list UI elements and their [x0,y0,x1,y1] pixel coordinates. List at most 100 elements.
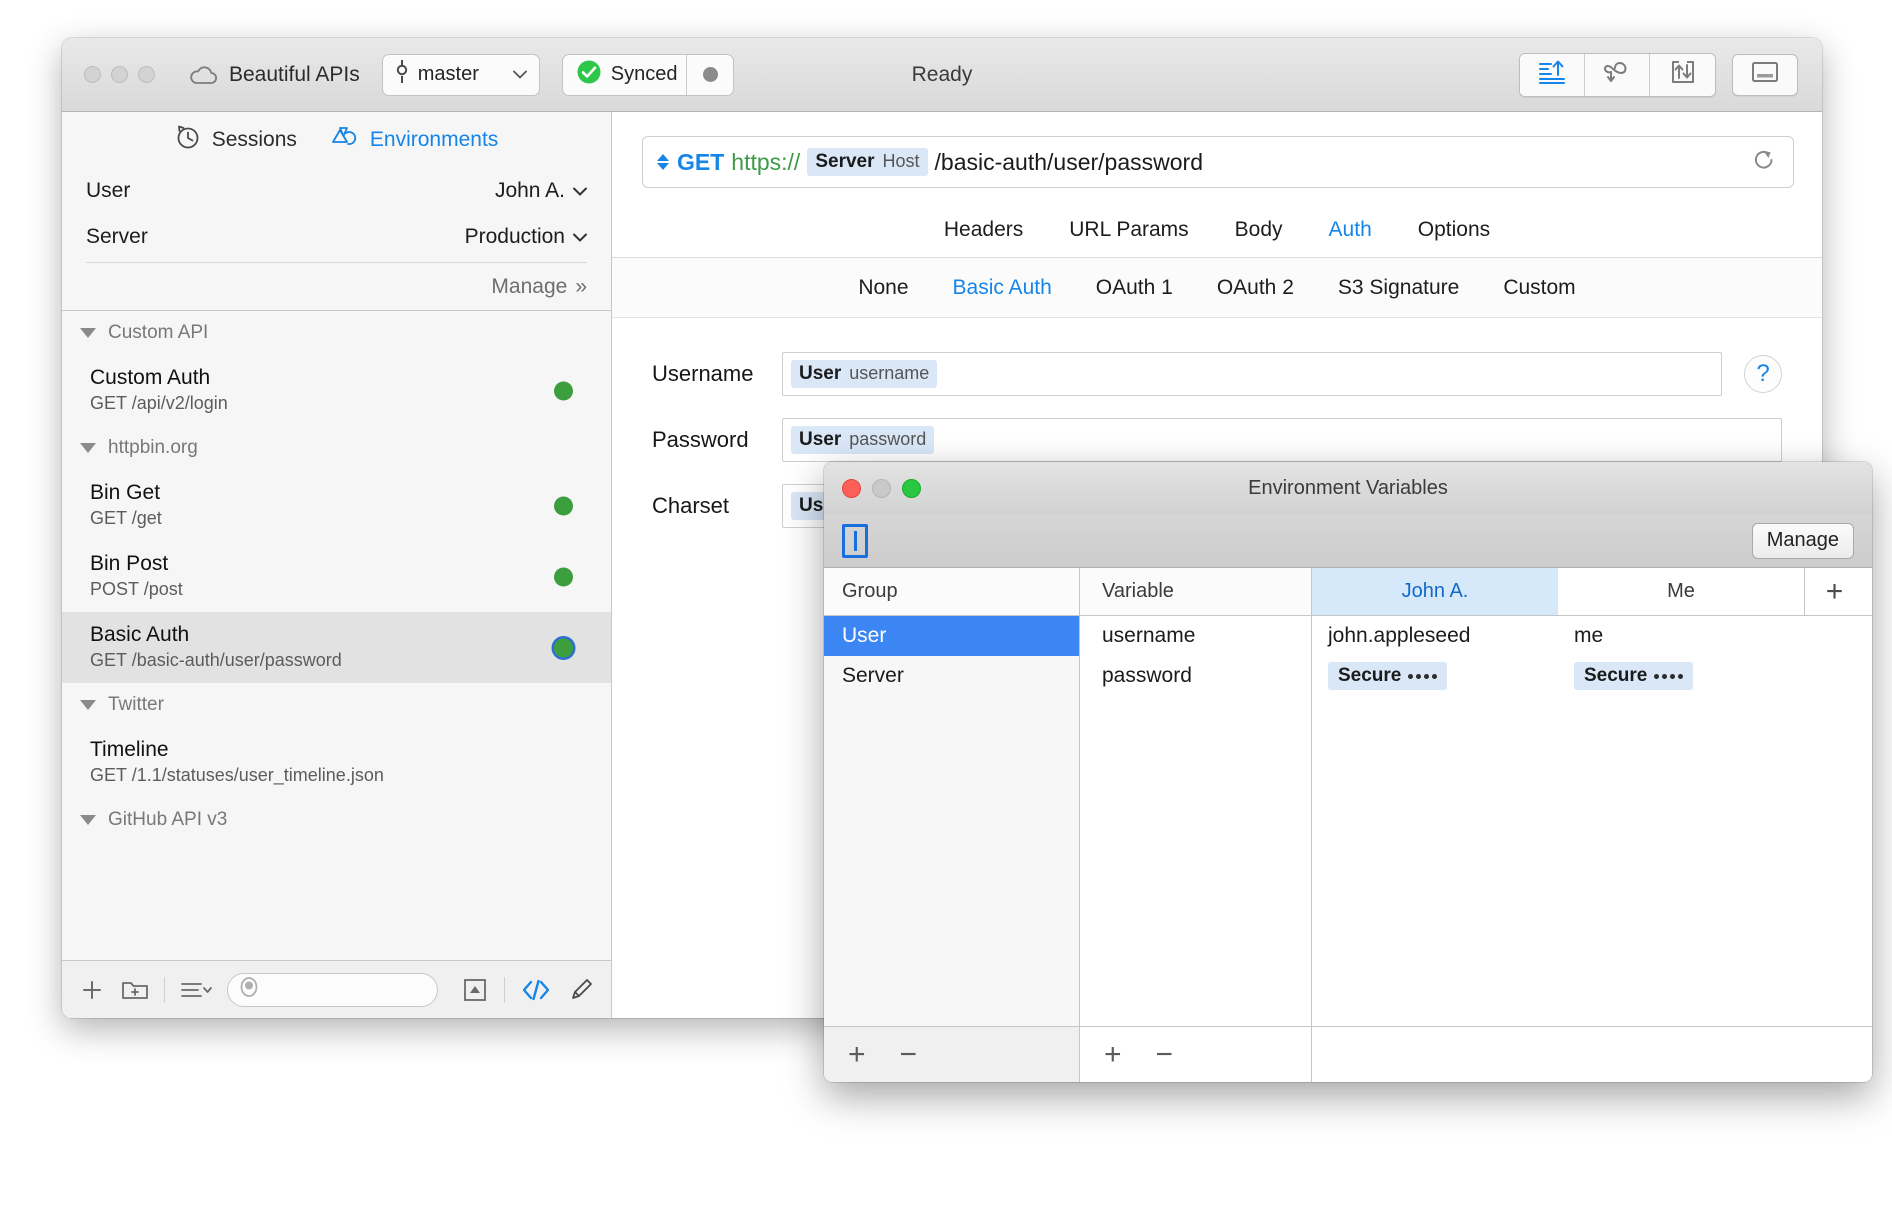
secure-value-chip[interactable]: Secure [1574,662,1694,690]
subtab-none[interactable]: None [858,276,908,300]
variable-item-username[interactable]: username [1080,616,1311,656]
code-view-button[interactable] [519,977,553,1003]
variable-item-password[interactable]: password [1080,656,1311,696]
stepper-up-icon[interactable] [657,154,669,161]
request-group-header[interactable]: Custom API [62,311,611,355]
username-input[interactable]: User username [782,352,1722,396]
stepper-down-icon[interactable] [657,163,669,170]
remove-group-button[interactable]: − [900,1039,918,1070]
add-group-button[interactable]: + [848,1039,866,1070]
sync-status-group[interactable]: Synced [561,53,734,96]
variable-column-header[interactable]: Variable [1080,568,1311,616]
method-stepper[interactable] [657,154,669,170]
url-variable-token[interactable]: Server Host [807,148,928,176]
url-path-label[interactable]: /basic-auth/user/password [935,149,1203,176]
send-request-button[interactable] [1520,53,1585,96]
variable-column-body[interactable]: username password [1080,616,1311,1026]
password-variable-token[interactable]: User password [791,426,935,454]
group-column-header[interactable]: Group [824,568,1079,616]
request-group-header[interactable]: Twitter [62,683,611,727]
value-column-header-me[interactable]: Me [1558,568,1804,615]
tab-url-params[interactable]: URL Params [1069,218,1188,242]
new-folder-button[interactable] [120,977,150,1003]
tab-auth[interactable]: Auth [1329,218,1372,242]
import-export-icon [1669,59,1697,90]
username-variable-token[interactable]: User username [791,360,938,388]
subtab-oauth-2[interactable]: OAuth 2 [1217,276,1294,300]
focused-text-field[interactable] [842,523,868,558]
group-column-body[interactable]: User Server [824,616,1079,1026]
collapse-panel-button[interactable] [460,976,490,1004]
password-input[interactable]: User password [782,418,1782,462]
remove-variable-button[interactable]: − [1156,1039,1174,1070]
env-selector-server-value: Production [464,225,565,248]
request-list-item-selected[interactable]: Basic Auth GET /basic-auth/user/password [62,612,611,683]
value-cell-me-password[interactable]: Secure [1558,662,1804,690]
disclosure-triangle-icon[interactable] [80,700,96,710]
subtab-s3-signature[interactable]: S3 Signature [1338,276,1459,300]
subtab-oauth-1[interactable]: OAuth 1 [1096,276,1173,300]
subtab-basic-auth[interactable]: Basic Auth [953,276,1052,300]
env-selector-user-value-group[interactable]: John A. [495,179,587,203]
auth-type-tabbar[interactable]: None Basic Auth OAuth 1 OAuth 2 S3 Signa… [612,258,1822,318]
sort-list-button[interactable] [179,977,213,1003]
values-body[interactable]: john.appleseed me Secure Secure [1312,616,1872,1026]
request-list[interactable]: Custom API Custom Auth GET /api/v2/login… [62,310,611,960]
chevron-down-icon [573,187,587,196]
sync-status-button[interactable]: Synced [563,55,677,95]
search-input[interactable] [227,972,438,1007]
url-bar[interactable]: GET https:// Server Host /basic-auth/use… [642,136,1794,188]
env-selector-user[interactable]: User John A. [86,168,587,214]
branch-selector[interactable]: master [381,53,540,96]
disclosure-triangle-icon[interactable] [80,443,96,453]
env-selector-server[interactable]: Server Production [86,214,587,260]
tab-body[interactable]: Body [1235,218,1283,242]
disclosure-triangle-icon[interactable] [80,328,96,338]
request-method-path: GET /basic-auth/user/password [90,648,611,672]
zoom-window-button[interactable] [138,66,155,83]
tab-options[interactable]: Options [1418,218,1490,242]
value-cell-john-a-password[interactable]: Secure [1312,662,1558,690]
toolbar-segmented-buttons[interactable] [1519,52,1716,97]
request-path: /api/v2/login [131,393,228,414]
sidebar-tab-sessions[interactable]: Sessions [175,124,297,156]
sync-activity-button[interactable] [686,54,732,95]
group-item-user[interactable]: User [824,616,1079,656]
history-loop-button[interactable] [1585,53,1650,96]
secure-dots-icon [1408,673,1438,679]
value-row-username: john.appleseed me [1312,616,1872,656]
value-column-header-john-a[interactable]: John A. [1312,568,1558,615]
sidebar-tab-environments[interactable]: Environments [331,124,498,156]
request-list-item[interactable]: Bin Post POST /post [62,541,611,612]
request-tabbar[interactable]: Headers URL Params Body Auth Options [612,202,1822,258]
minimize-window-button[interactable] [111,66,128,83]
add-variable-button[interactable]: + [1104,1039,1122,1070]
request-list-item[interactable]: Timeline GET /1.1/statuses/user_timeline… [62,727,611,798]
group-item-server[interactable]: Server [824,656,1079,696]
add-environment-column-button[interactable]: + [1804,568,1864,615]
sidebar-manage-button[interactable]: Manage » [86,262,587,310]
request-list-item[interactable]: Custom Auth GET /api/v2/login [62,355,611,426]
secure-value-chip[interactable]: Secure [1328,662,1448,690]
env-selector-server-value-group[interactable]: Production [465,225,587,249]
request-list-item[interactable]: Bin Get GET /get [62,470,611,541]
request-group-header[interactable]: GitHub API v3 [62,798,611,842]
tab-headers[interactable]: Headers [944,218,1023,242]
request-group-header[interactable]: httpbin.org [62,426,611,470]
disclosure-triangle-icon[interactable] [80,815,96,825]
edit-pencil-button[interactable] [567,976,595,1004]
toggle-panel-button[interactable] [1732,53,1798,96]
window-traffic-lights[interactable] [84,66,155,83]
import-export-button[interactable] [1650,53,1715,96]
subtab-custom[interactable]: Custom [1503,276,1575,300]
value-cell-me-username[interactable]: me [1558,624,1804,648]
value-cell-john-a-username[interactable]: john.appleseed [1312,624,1558,648]
dialog-manage-button[interactable]: Manage [1751,522,1854,559]
values-header-row: John A. Me + [1312,568,1872,616]
url-bar-container: GET https:// Server Host /basic-auth/use… [612,112,1822,188]
reload-button[interactable] [1749,145,1785,180]
add-request-button[interactable] [78,976,106,1004]
request-method-label[interactable]: GET [677,149,724,176]
close-window-button[interactable] [84,66,101,83]
help-button[interactable]: ? [1744,355,1782,393]
